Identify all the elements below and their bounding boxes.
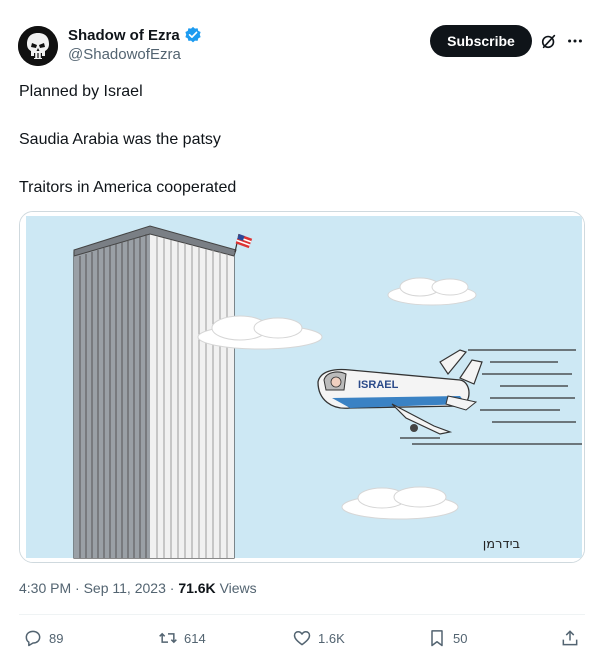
bookmark-button[interactable]: 50	[427, 628, 467, 648]
repost-count: 614	[184, 630, 206, 646]
views-label: Views	[219, 580, 257, 596]
tweet-header: Shadow of Ezra @ShadowofEzra Subscribe	[0, 0, 605, 70]
name-row: Shadow of Ezra	[68, 26, 202, 44]
like-button[interactable]: 1.6K	[292, 628, 345, 648]
plane-text: ISRAEL	[358, 379, 399, 391]
display-name[interactable]: Shadow of Ezra	[68, 27, 180, 44]
reply-icon	[25, 630, 41, 647]
share-button[interactable]	[560, 628, 580, 648]
skull-logo-icon	[18, 26, 58, 66]
more-options-icon[interactable]	[566, 32, 584, 50]
grok-icon[interactable]	[540, 32, 558, 50]
artist-signature: בידרמן	[483, 537, 520, 552]
bookmark-icon	[431, 630, 443, 647]
subscribe-button[interactable]: Subscribe	[430, 25, 532, 57]
tweet-time[interactable]: 4:30 PM	[19, 580, 71, 596]
reply-count: 89	[49, 630, 64, 646]
tower	[73, 225, 253, 559]
divider	[19, 614, 585, 615]
tweet-meta: 4:30 PM · Sep 11, 2023 · 71.6K Views	[19, 580, 257, 596]
bookmark-count: 50	[453, 630, 468, 646]
meta-separator: ·	[75, 580, 80, 596]
cartoon-illustration: ISRAEL בידרמן	[20, 212, 584, 562]
tweet-line: Planned by Israel	[19, 83, 143, 100]
tweet-text: Planned by Israel Saudia Arabia was the …	[19, 80, 579, 200]
views-count: 71.6K	[178, 580, 216, 596]
action-bar: 89 614 1.6K 50	[0, 622, 605, 656]
tweet-date[interactable]: Sep 11, 2023	[84, 580, 166, 596]
tweet-line: Saudia Arabia was the patsy	[19, 131, 221, 148]
tweet-line: Traitors in America cooperated	[19, 179, 237, 196]
verified-badge-icon	[185, 26, 201, 43]
repost-button[interactable]: 614	[158, 628, 206, 648]
repost-icon	[159, 632, 177, 644]
reply-button[interactable]: 89	[23, 628, 63, 648]
avatar[interactable]	[18, 26, 58, 66]
handle[interactable]: @ShadowofEzra	[68, 46, 181, 63]
heart-icon	[293, 631, 311, 646]
tweet-media-image[interactable]: ISRAEL בידרמן	[19, 211, 585, 563]
share-icon	[562, 630, 578, 646]
like-count: 1.6K	[318, 630, 345, 646]
meta-separator: ·	[169, 580, 175, 596]
